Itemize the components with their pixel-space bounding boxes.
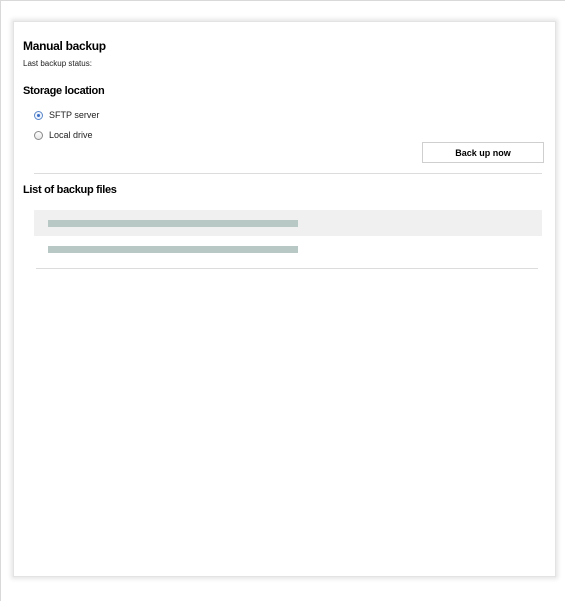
backup-file-row[interactable] [34, 236, 542, 262]
manual-backup-title: Manual backup [23, 39, 106, 53]
last-backup-status-label: Last backup status: [23, 59, 92, 68]
radio-label-sftp-server: SFTP server [49, 110, 100, 120]
backup-file-placeholder [48, 220, 298, 227]
storage-location-title: Storage location [23, 85, 105, 97]
backup-files-title: List of backup files [23, 184, 117, 196]
radio-unselected-icon[interactable] [34, 130, 43, 140]
section-divider [34, 173, 542, 174]
radio-option-sftp-server[interactable]: SFTP server [34, 110, 99, 120]
back-up-now-button[interactable]: Back up now [422, 142, 544, 163]
page: Manual backup Last backup status: Storag… [0, 0, 565, 601]
backup-file-placeholder [48, 246, 298, 253]
radio-option-local-drive[interactable]: Local drive [34, 130, 93, 140]
list-bottom-divider [36, 268, 538, 269]
radio-selected-icon[interactable] [34, 110, 43, 120]
radio-label-local-drive: Local drive [49, 130, 93, 140]
backup-panel: Manual backup Last backup status: Storag… [13, 21, 556, 577]
backup-file-row[interactable] [34, 210, 542, 236]
